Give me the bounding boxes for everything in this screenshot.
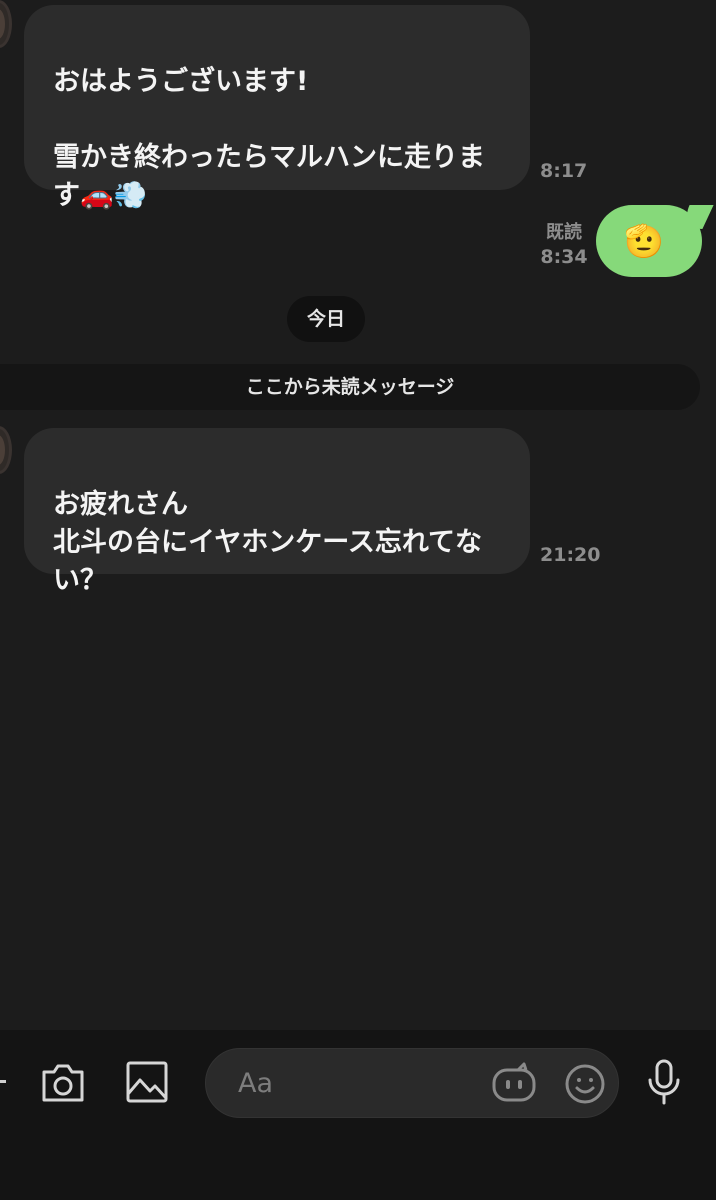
message-bubble-incoming[interactable]: お疲れさん 北斗の台にイヤホンケース忘れてない？ — [24, 428, 530, 596]
message-input[interactable]: Aa — [205, 1048, 619, 1118]
avatar[interactable] — [0, 426, 12, 474]
image-icon[interactable] — [123, 1058, 171, 1106]
avatar[interactable] — [0, 0, 12, 48]
camera-icon[interactable] — [39, 1058, 87, 1106]
message-time: 8:34 — [540, 246, 588, 268]
message-text: おはようございます! 雪かき終わったらマルハンに走ります🚗💨 — [53, 66, 485, 211]
microphone-icon[interactable] — [640, 1058, 688, 1106]
plus-icon[interactable] — [0, 1080, 6, 1083]
date-separator: 今日 — [287, 296, 365, 342]
message-text: お疲れさん 北斗の台にイヤホンケース忘れてない？ — [53, 489, 483, 596]
unread-divider: ここから未読メッセージ — [0, 364, 700, 410]
message-time: 8:17 — [540, 160, 588, 182]
message-bubble-outgoing[interactable]: 🫡 — [596, 205, 714, 277]
bot-icon[interactable] — [490, 1060, 538, 1108]
bubble-tail — [678, 205, 714, 229]
message-input-placeholder: Aa — [238, 1068, 274, 1099]
message-time: 21:20 — [540, 544, 601, 566]
message-emoji: 🫡 — [624, 222, 664, 260]
emoji-icon[interactable] — [561, 1060, 609, 1108]
message-bubble-incoming[interactable]: おはようございます! 雪かき終わったらマルハンに走ります🚗💨 — [24, 5, 530, 211]
read-receipt: 既読 — [546, 222, 582, 243]
